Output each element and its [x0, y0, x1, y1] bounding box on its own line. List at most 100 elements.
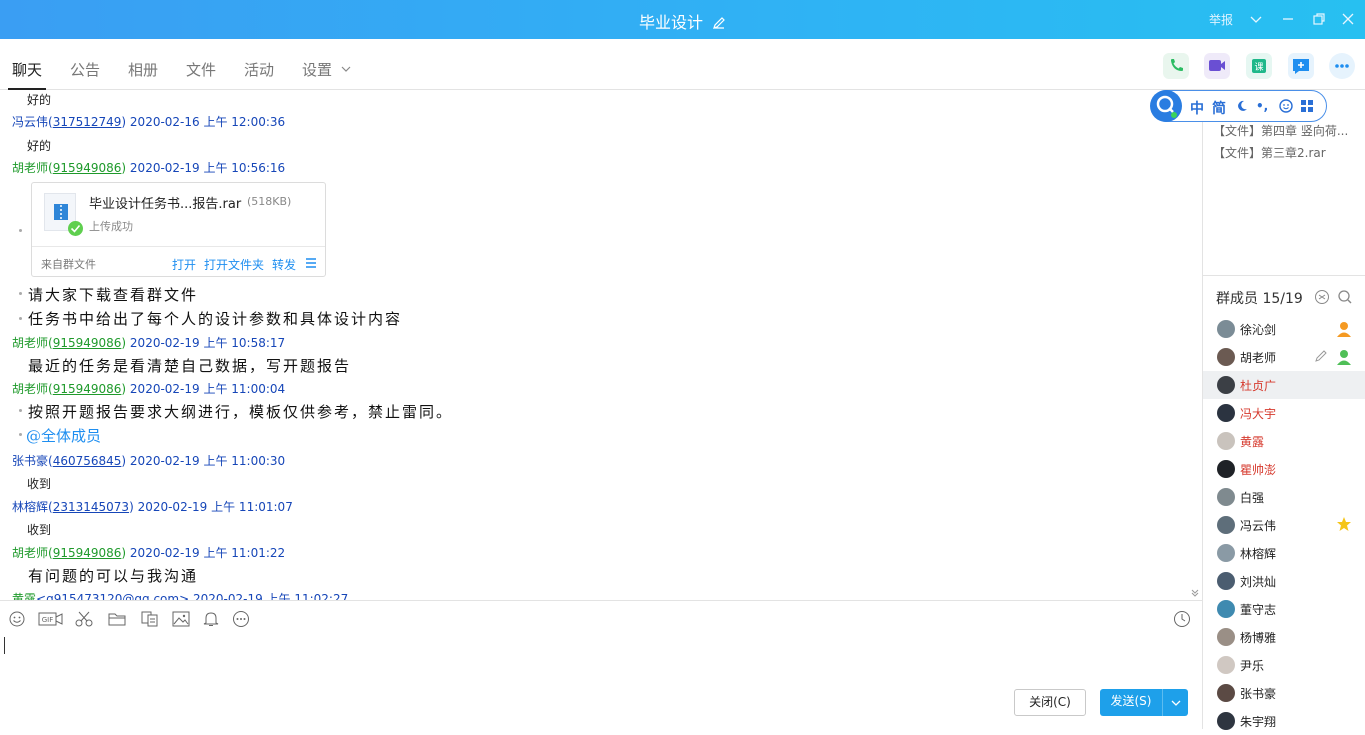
- punct-icon[interactable]: •,: [1256, 99, 1268, 113]
- ime-grid-icon[interactable]: [1300, 99, 1314, 116]
- member-item[interactable]: 尹乐: [1203, 651, 1365, 679]
- sender-id[interactable]: 915949086: [53, 336, 122, 350]
- tab-activities[interactable]: 活动: [244, 59, 274, 80]
- menu-icon[interactable]: [305, 257, 317, 272]
- restore-icon[interactable]: [1310, 10, 1328, 28]
- message-bullet: [19, 317, 22, 320]
- emoji-icon[interactable]: [7, 610, 27, 628]
- sender-id[interactable]: 915949086: [53, 546, 122, 560]
- open-file-link[interactable]: 打开: [172, 256, 196, 273]
- phone-icon[interactable]: [1163, 53, 1189, 79]
- member-item[interactable]: 胡老师: [1203, 343, 1365, 371]
- member-item[interactable]: 冯云伟: [1203, 511, 1365, 539]
- file-item[interactable]: 【文件】第四章 竖向荷...: [1213, 122, 1348, 139]
- report-link[interactable]: 举报: [1209, 11, 1233, 28]
- member-item[interactable]: 白强: [1203, 483, 1365, 511]
- mention-all[interactable]: @全体成员: [26, 425, 101, 446]
- forward-link[interactable]: 转发: [272, 256, 296, 273]
- add-app-icon[interactable]: [1288, 53, 1314, 79]
- message-time: 2020-02-19 上午 11:00:04: [129, 382, 286, 396]
- video-icon[interactable]: [1204, 53, 1230, 79]
- member-item[interactable]: 董守志: [1203, 595, 1365, 623]
- member-item[interactable]: 张书豪: [1203, 679, 1365, 707]
- chevron-down-icon[interactable]: [1247, 10, 1265, 28]
- sender-name[interactable]: 胡老师: [12, 382, 48, 396]
- tab-chat[interactable]: 聊天: [7, 59, 47, 90]
- history-clock-icon[interactable]: [1172, 610, 1192, 628]
- sender-id[interactable]: 915949086: [53, 161, 122, 175]
- sender-name[interactable]: 胡老师: [12, 336, 48, 350]
- tab-album[interactable]: 相册: [128, 59, 158, 80]
- member-name: 杨博雅: [1240, 631, 1277, 645]
- member-name: 林榕辉: [1240, 547, 1277, 561]
- folder-icon[interactable]: [107, 610, 127, 628]
- sender-name[interactable]: 林榕辉: [12, 500, 48, 514]
- member-item[interactable]: 杜贞广: [1203, 371, 1365, 399]
- message-text: 有问题的可以与我沟通: [28, 567, 199, 585]
- message-header: 胡老师(915949086) 2020-02-19 上午 10:56:16: [12, 161, 286, 175]
- upload-status: 上传成功: [89, 220, 133, 233]
- open-folder-link[interactable]: 打开文件夹: [204, 256, 264, 273]
- check-success-icon: [68, 221, 83, 236]
- scroll-down-icon[interactable]: [1190, 587, 1200, 600]
- tab-files[interactable]: 文件: [186, 59, 216, 80]
- screenshot-translate-icon[interactable]: [140, 610, 160, 628]
- message-text: 收到: [27, 477, 52, 491]
- send-button[interactable]: 发送(S): [1100, 689, 1162, 716]
- member-item[interactable]: 冯大宇: [1203, 399, 1365, 427]
- close-button[interactable]: 关闭(C): [1014, 689, 1086, 716]
- member-name: 瞿帅澎: [1240, 463, 1277, 477]
- ime-toolbar[interactable]: 中 简 •,: [1150, 90, 1327, 122]
- sender-name[interactable]: 冯云伟: [12, 115, 48, 129]
- member-item[interactable]: 徐沁剑: [1203, 315, 1365, 343]
- message-header: 胡老师(915949086) 2020-02-19 上午 10:58:17: [12, 336, 286, 350]
- sender-name[interactable]: 胡老师: [12, 546, 48, 560]
- sender-id[interactable]: 317512749: [53, 115, 122, 129]
- class-icon[interactable]: 课: [1246, 53, 1272, 79]
- message-header: 张书豪(460756845) 2020-02-19 上午 11:00:30: [12, 454, 286, 468]
- member-item[interactable]: 黄露: [1203, 427, 1365, 455]
- edit-icon[interactable]: [1314, 349, 1328, 366]
- image-icon[interactable]: [171, 610, 191, 628]
- scissors-icon[interactable]: [74, 610, 94, 628]
- ime-emoji-icon[interactable]: [1279, 99, 1293, 116]
- bell-icon[interactable]: [201, 610, 221, 628]
- ime-logo-icon[interactable]: [1150, 90, 1182, 122]
- member-item[interactable]: 刘洪灿: [1203, 567, 1365, 595]
- ime-lang[interactable]: 中: [1190, 98, 1204, 118]
- gif-icon[interactable]: GIF: [38, 610, 64, 628]
- message-header: 黄露<q915473120@qq.com> 2020-02-19 上午 11:0…: [12, 590, 348, 600]
- moon-icon[interactable]: [1236, 100, 1248, 115]
- more-tools-icon[interactable]: [231, 610, 251, 628]
- minimize-icon[interactable]: [1279, 10, 1297, 28]
- message-text: 最近的任务是看清楚自己数据，写开题报告: [28, 357, 352, 375]
- sender-id[interactable]: <q915473120@qq.com>: [36, 592, 189, 600]
- sender-name[interactable]: 黄露: [12, 592, 36, 600]
- ime-mode[interactable]: 简: [1212, 98, 1226, 118]
- file-name[interactable]: 毕业设计任务书...报告.rar: [89, 193, 241, 212]
- tab-settings[interactable]: 设置: [302, 59, 332, 80]
- sender-name[interactable]: 张书豪: [12, 454, 48, 468]
- close-icon[interactable]: [1339, 10, 1357, 28]
- message-input[interactable]: [0, 631, 1202, 681]
- settings-chevron-icon[interactable]: [340, 63, 352, 77]
- file-card[interactable]: 毕业设计任务书...报告.rar (518KB) 上传成功 来自群文件 打开 打…: [31, 182, 326, 277]
- avatar: [1217, 712, 1235, 730]
- member-item[interactable]: 杨博雅: [1203, 623, 1365, 651]
- sender-id[interactable]: 915949086: [53, 382, 122, 396]
- chat-history[interactable]: 好的 冯云伟(317512749) 2020-02-16 上午 12:00:36…: [0, 90, 1202, 600]
- member-item[interactable]: 朱宇翔: [1203, 707, 1365, 735]
- sender-id[interactable]: 2313145073: [53, 500, 129, 514]
- search-icon[interactable]: [1337, 289, 1353, 308]
- member-item[interactable]: 林榕辉: [1203, 539, 1365, 567]
- send-options-button[interactable]: [1162, 689, 1188, 716]
- sender-id[interactable]: 460756845: [53, 454, 122, 468]
- member-item[interactable]: 瞿帅澎: [1203, 455, 1365, 483]
- sender-name[interactable]: 胡老师: [12, 161, 48, 175]
- title-bar: 毕业设计 举报: [0, 0, 1365, 39]
- edit-title-icon[interactable]: [712, 15, 726, 34]
- file-item[interactable]: 【文件】第三章2.rar: [1213, 144, 1326, 161]
- member-settings-icon[interactable]: [1314, 289, 1330, 308]
- tab-announcements[interactable]: 公告: [70, 59, 100, 80]
- more-icon[interactable]: [1329, 53, 1355, 79]
